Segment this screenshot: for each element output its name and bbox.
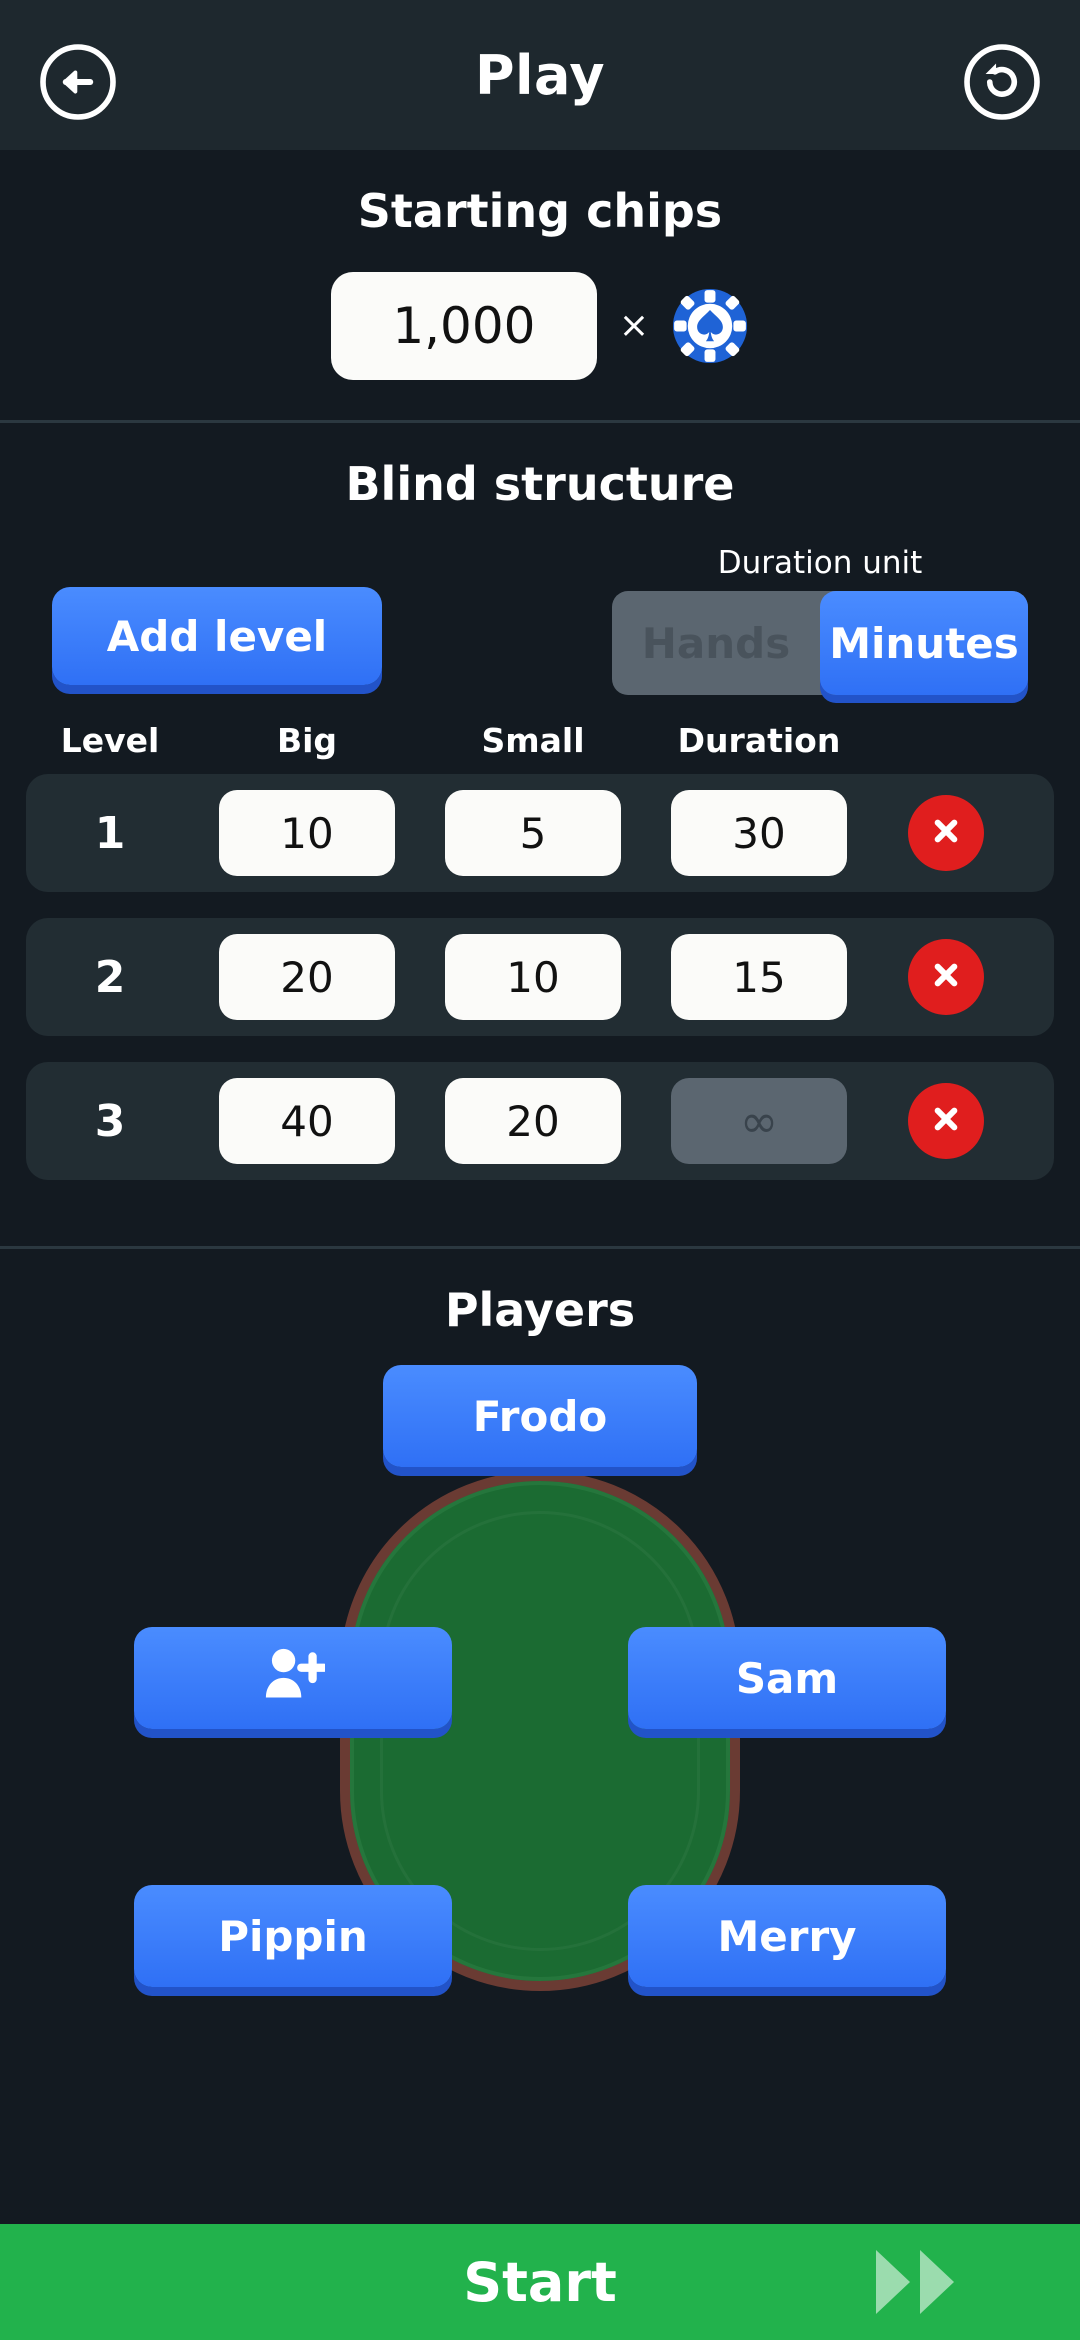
app-header: Play — [0, 0, 1080, 150]
duration-unit-label: Duration unit — [717, 545, 923, 581]
level-number: 2 — [94, 951, 126, 1003]
duration-input[interactable]: 15 — [671, 934, 847, 1020]
delete-cell — [872, 1083, 1020, 1159]
small-blind-input[interactable]: 5 — [445, 790, 621, 876]
fast-forward-icon — [876, 2250, 954, 2314]
starting-chips-title: Starting chips — [357, 184, 723, 238]
starting-chips-row: 1,000 × — [0, 272, 1080, 380]
big-blind-cell: 20 — [194, 934, 420, 1020]
add-level-button[interactable]: Add level — [52, 587, 382, 685]
start-label: Start — [463, 2250, 617, 2314]
page-title: Play — [474, 43, 606, 107]
blind-controls: Add level Duration unit Hands Minutes — [0, 545, 1080, 695]
level-number: 1 — [94, 807, 126, 859]
players-title: Players — [444, 1283, 636, 1337]
close-circle-icon — [926, 1099, 966, 1143]
player-button-sam[interactable]: Sam — [628, 1627, 946, 1729]
arrow-left-circle-icon — [36, 40, 120, 124]
blind-structure-section: Blind structure Add level Duration unit … — [0, 423, 1080, 1246]
small-blind-input[interactable]: 10 — [445, 934, 621, 1020]
delete-cell — [872, 939, 1020, 1015]
player-button-frodo[interactable]: Frodo — [383, 1365, 697, 1467]
duration-input-disabled: ∞ — [671, 1078, 847, 1164]
duration-unit-toggle[interactable]: Hands Minutes — [612, 591, 1028, 695]
seat-right-bottom: Merry — [628, 1885, 946, 1987]
seat-top: Frodo — [383, 1365, 697, 1467]
starting-chips-section: Starting chips 1,000 × — [0, 150, 1080, 420]
poker-chip-icon — [671, 287, 749, 365]
duration-cell: 15 — [646, 934, 872, 1020]
players-section: Players Frodo Sam Pippin Merry — [0, 1249, 1080, 2224]
table-row: 1 10 5 30 — [26, 774, 1054, 892]
blind-structure-title: Blind structure — [345, 457, 735, 511]
big-blind-cell: 40 — [194, 1078, 420, 1164]
reset-button[interactable] — [960, 40, 1044, 124]
level-number: 3 — [94, 1095, 126, 1147]
big-blind-input[interactable]: 10 — [219, 790, 395, 876]
seat-right-middle: Sam — [628, 1627, 946, 1729]
delete-level-button[interactable] — [908, 939, 984, 1015]
player-button-pippin[interactable]: Pippin — [134, 1885, 452, 1987]
toggle-option-minutes[interactable]: Minutes — [820, 591, 1028, 695]
column-header-level: Level — [60, 721, 160, 760]
column-header-small: Small — [481, 721, 585, 760]
small-blind-input[interactable]: 20 — [445, 1078, 621, 1164]
table-row: 2 20 10 15 — [26, 918, 1054, 1036]
delete-cell — [872, 795, 1020, 871]
small-blind-cell: 10 — [420, 934, 646, 1020]
player-button-merry[interactable]: Merry — [628, 1885, 946, 1987]
back-button[interactable] — [36, 40, 120, 124]
play-screen: Play Starting chips 1,000 × Blind struct… — [0, 0, 1080, 2340]
duration-input[interactable]: 30 — [671, 790, 847, 876]
delete-level-button[interactable] — [908, 1083, 984, 1159]
start-button[interactable]: Start — [0, 2224, 1080, 2340]
add-player-button[interactable] — [134, 1627, 452, 1729]
small-blind-cell: 5 — [420, 790, 646, 876]
reset-circle-icon — [960, 40, 1044, 124]
close-circle-icon — [926, 955, 966, 999]
person-add-icon — [261, 1644, 329, 1712]
toggle-option-hands[interactable]: Hands — [612, 591, 820, 695]
big-blind-cell: 10 — [194, 790, 420, 876]
fast-forward-triangle-2 — [920, 2250, 954, 2314]
column-header-big: Big — [276, 721, 338, 760]
blind-table-headers: Level Big Small Duration — [0, 721, 1080, 760]
seat-left-bottom: Pippin — [134, 1885, 452, 1987]
delete-level-button[interactable] — [908, 795, 984, 871]
table-row: 3 40 20 ∞ — [26, 1062, 1054, 1180]
fast-forward-triangle-1 — [876, 2250, 910, 2314]
duration-cell: 30 — [646, 790, 872, 876]
duration-unit-group: Duration unit Hands Minutes — [612, 545, 1028, 695]
duration-cell: ∞ — [646, 1078, 872, 1164]
starting-chips-input[interactable]: 1,000 — [330, 272, 597, 380]
small-blind-cell: 20 — [420, 1078, 646, 1164]
close-circle-icon — [926, 811, 966, 855]
big-blind-input[interactable]: 40 — [219, 1078, 395, 1164]
big-blind-input[interactable]: 20 — [219, 934, 395, 1020]
seat-left-middle — [134, 1627, 452, 1729]
column-header-duration: Duration — [677, 721, 841, 760]
multiply-sign: × — [618, 305, 650, 346]
